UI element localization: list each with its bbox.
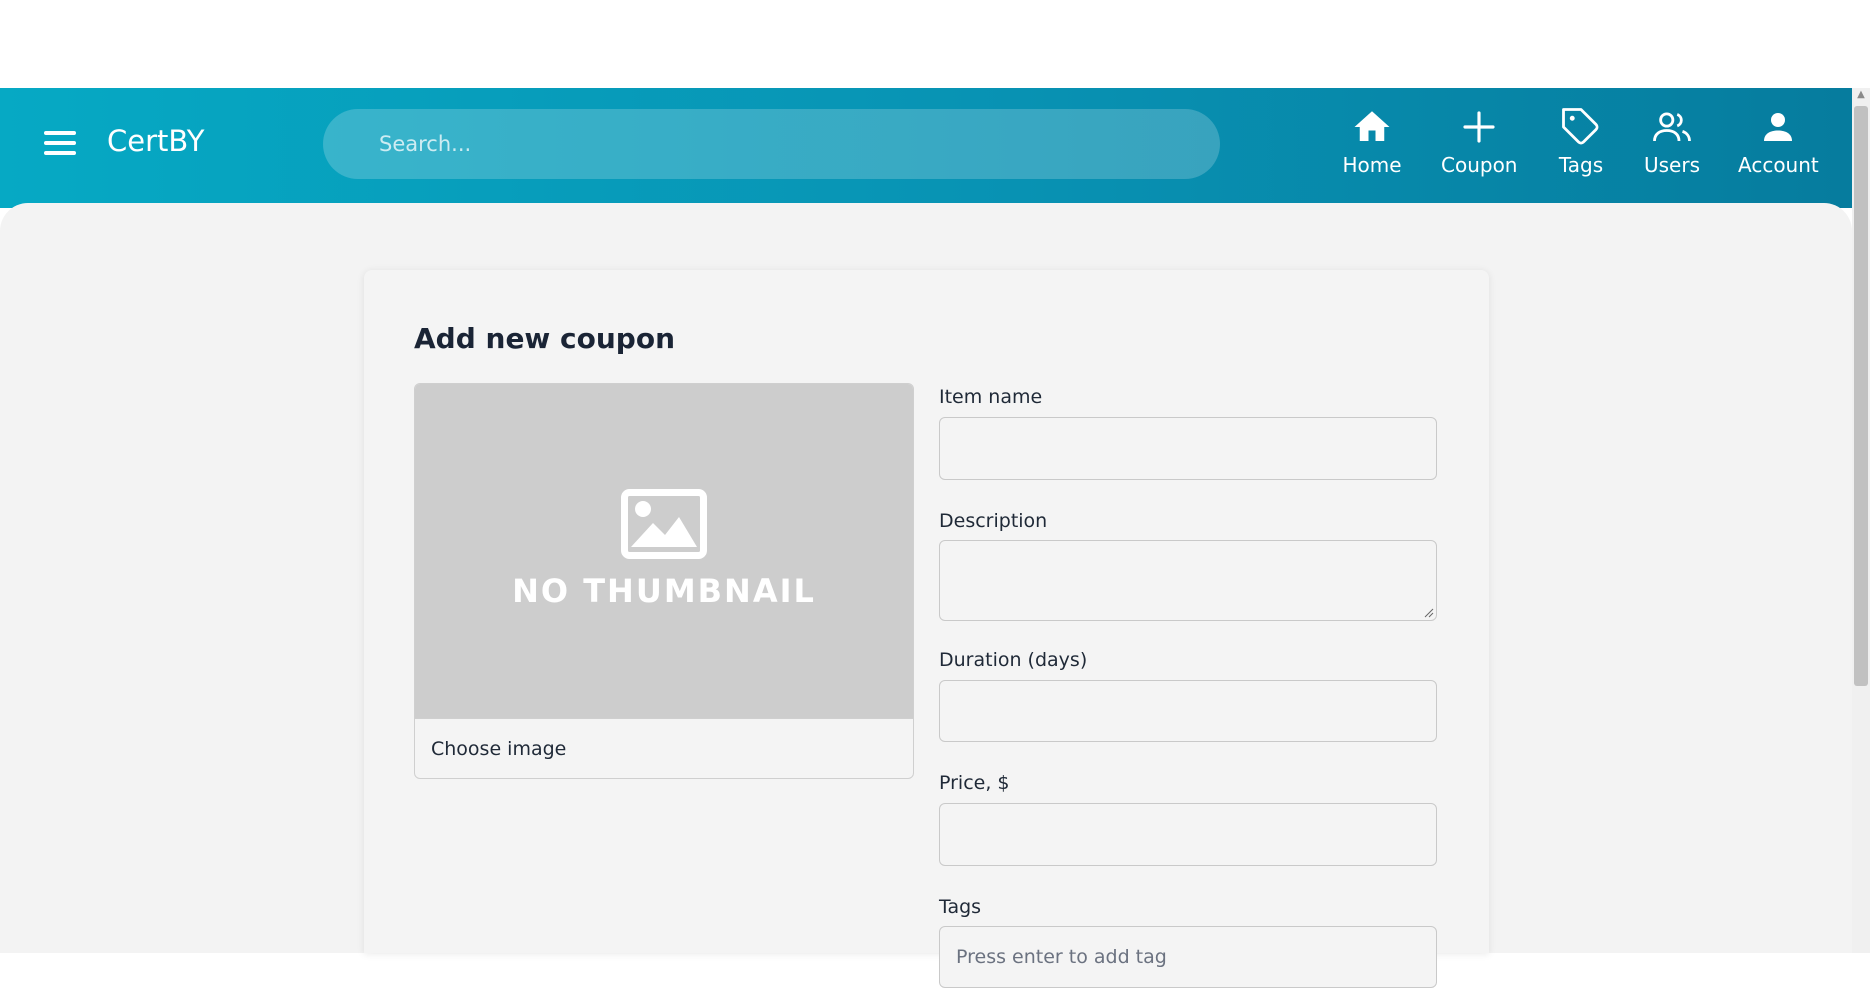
nav-coupon-label: Coupon [1441,153,1518,177]
app-header: CertBY Home Coupon Tags Users Account [0,88,1852,208]
choose-image-label: Choose image [431,738,567,760]
scroll-up-arrow-icon[interactable]: ▲ [1856,90,1866,100]
no-thumbnail-text: NO THUMBNAIL [512,572,816,610]
top-blank-area [0,0,1870,88]
price-label: Price, $ [939,772,1010,794]
duration-field-box [939,680,1437,742]
plus-icon [1463,111,1495,143]
nav-tags-label: Tags [1558,153,1604,177]
price-input[interactable] [940,804,1436,865]
image-placeholder-icon [621,489,707,559]
page-scrollbar[interactable]: ▲ [1852,88,1870,953]
users-icon [1653,112,1691,142]
nav-coupon[interactable]: Coupon [1441,106,1517,186]
scrollbar-thumb[interactable] [1854,106,1868,686]
description-label: Description [939,510,1048,532]
thumbnail-uploader: NO THUMBNAIL Choose image [414,383,914,779]
search-input[interactable] [379,109,1199,179]
tags-field-box [939,926,1437,988]
duration-label: Duration (days) [939,649,1088,671]
description-textarea[interactable] [940,541,1436,620]
nav-users-label: Users [1644,153,1701,177]
home-icon [1354,111,1390,141]
tag-icon [1562,108,1599,145]
tags-input[interactable] [940,927,1436,987]
nav-tags[interactable]: Tags [1556,106,1606,186]
nav-home-label: Home [1342,153,1402,177]
nav-account[interactable]: Account [1738,106,1819,186]
item-name-label: Item name [939,386,1043,408]
app-logo[interactable]: CertBY [107,124,204,159]
item-name-input[interactable] [940,418,1436,479]
add-coupon-card: Add new coupon NO THUMBNAIL Choose image… [364,270,1489,988]
nav-home[interactable]: Home [1340,106,1404,186]
tags-label: Tags [939,896,982,918]
item-name-field-box [939,417,1437,480]
description-field-box [939,540,1437,621]
nav-account-label: Account [1738,153,1819,177]
price-field-box [939,803,1437,866]
search-bar [323,109,1220,179]
choose-image-button[interactable]: Choose image [415,718,913,778]
duration-input[interactable] [940,681,1436,741]
account-icon [1764,113,1792,141]
nav-users[interactable]: Users [1644,106,1700,186]
menu-icon[interactable] [42,129,78,157]
resize-handle-icon[interactable] [1424,608,1434,618]
thumbnail-preview: NO THUMBNAIL [415,384,913,718]
page-title: Add new coupon [414,322,676,355]
